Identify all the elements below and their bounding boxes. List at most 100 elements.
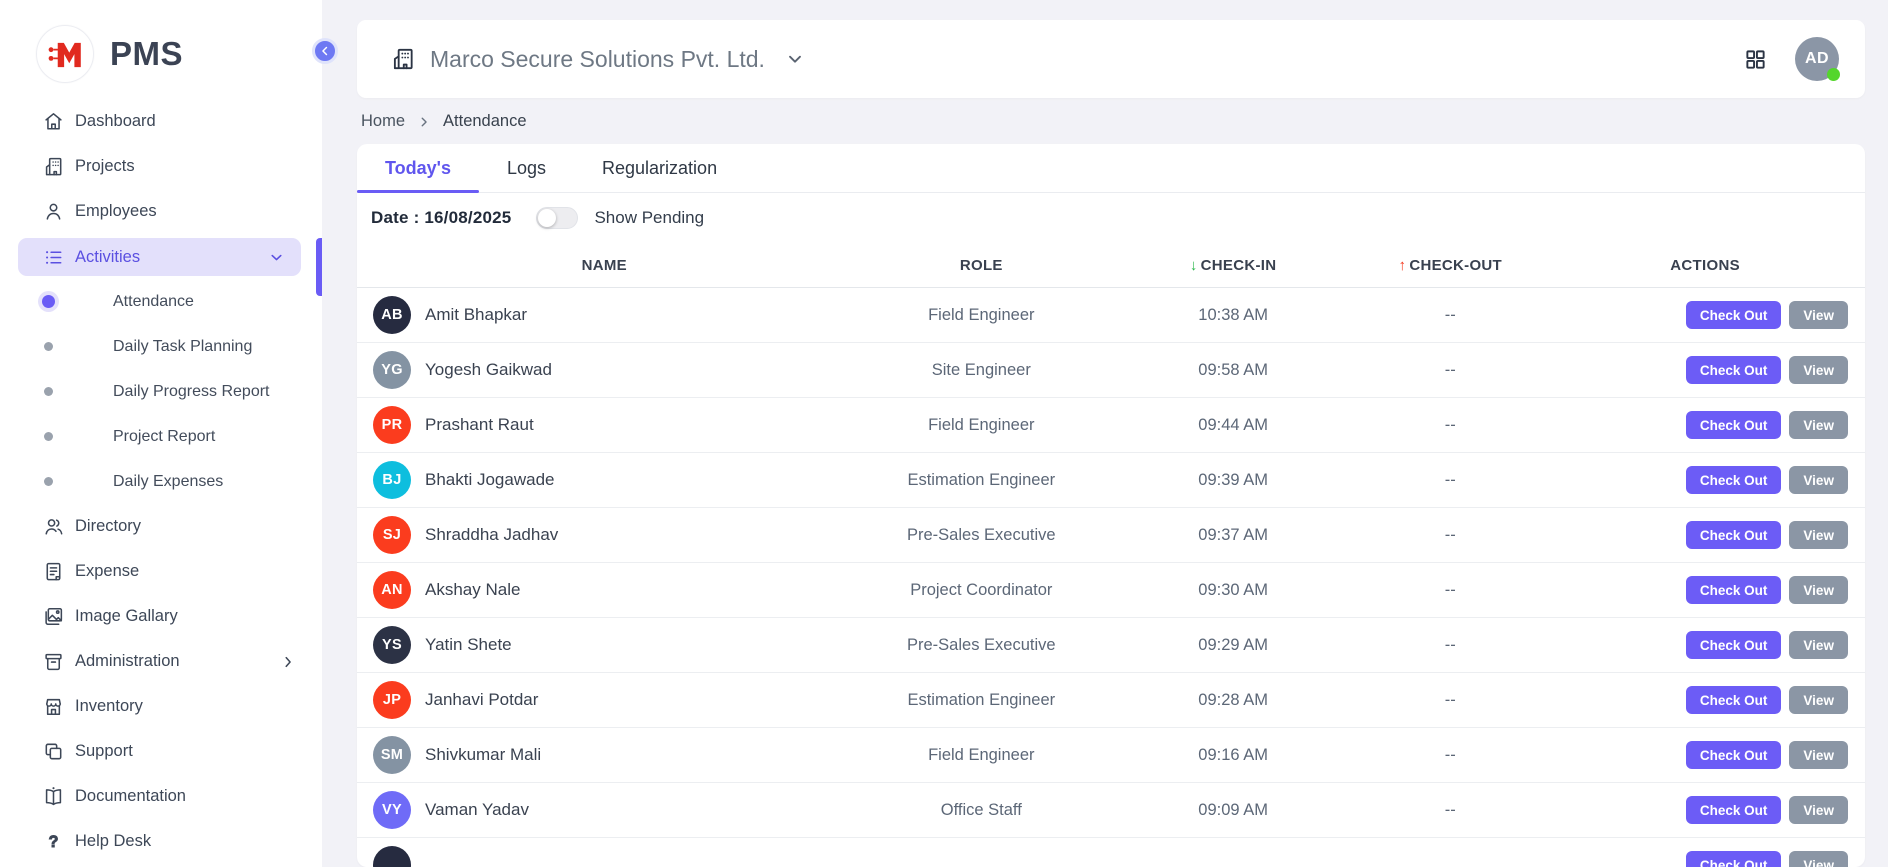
main-area: Marco Secure Solutions Pvt. Ltd. AD Home	[322, 0, 1888, 867]
user-menu-button[interactable]: AD	[1795, 37, 1839, 81]
sidebar-item-attendance[interactable]: Attendance	[0, 279, 322, 324]
check-out-button[interactable]: Check Out	[1686, 356, 1782, 384]
sidebar-item-documentation[interactable]: Documentation	[0, 774, 322, 819]
view-button[interactable]: View	[1789, 851, 1848, 867]
check-out-button[interactable]: Check Out	[1686, 411, 1782, 439]
bullet-dot-icon	[44, 342, 53, 351]
sidebar-item-help-desk[interactable]: ? Help Desk	[0, 819, 322, 864]
date-label: Date : 16/08/2025	[371, 208, 511, 228]
sidebar: PMS DashboardProjectsEmployeesActivities…	[0, 0, 322, 867]
tab-todays[interactable]: Today's	[357, 144, 479, 192]
sidebar-item-directory[interactable]: Directory	[0, 504, 322, 549]
tab-logs[interactable]: Logs	[479, 144, 574, 192]
sidebar-item-inventory[interactable]: Inventory	[0, 684, 322, 729]
column-check-out[interactable]: ↑CHECK-OUT	[1355, 257, 1545, 274]
view-button[interactable]: View	[1789, 686, 1848, 714]
check-out-button[interactable]: Check Out	[1686, 521, 1782, 549]
home-icon	[41, 110, 65, 134]
sidebar-item-employees[interactable]: Employees	[0, 189, 322, 234]
sidebar-item-expense[interactable]: Expense	[0, 549, 322, 594]
sidebar-item-daily-progress-report[interactable]: Daily Progress Report	[0, 369, 322, 414]
sidebar-item-project-report[interactable]: Project Report	[0, 414, 322, 459]
show-pending-toggle[interactable]	[536, 207, 578, 229]
bullet-dot-icon	[44, 477, 53, 486]
check-in-time: 09:39 AM	[1111, 471, 1355, 490]
sidebar-item-daily-expenses[interactable]: Daily Expenses	[0, 459, 322, 504]
chevron-right-icon	[280, 654, 296, 670]
employee-name: Akshay Nale	[425, 580, 520, 600]
check-out-button[interactable]: Check Out	[1686, 741, 1782, 769]
employee-avatar	[373, 846, 411, 867]
view-button[interactable]: View	[1789, 356, 1848, 384]
chevron-down-icon	[268, 249, 285, 266]
breadcrumb-current: Attendance	[443, 112, 526, 131]
company-selector[interactable]: Marco Secure Solutions Pvt. Ltd.	[390, 46, 805, 73]
check-in-time: 09:16 AM	[1111, 746, 1355, 765]
list-icon	[41, 245, 65, 269]
check-in-time: 09:30 AM	[1111, 581, 1355, 600]
table-row: VY Vaman Yadav Office Staff 09:09 AM -- …	[357, 783, 1865, 838]
sidebar-label: Expense	[75, 562, 139, 581]
apps-grid-button[interactable]	[1744, 48, 1767, 71]
chevron-down-icon	[785, 49, 805, 69]
view-button[interactable]: View	[1789, 741, 1848, 769]
check-out-button[interactable]: Check Out	[1686, 631, 1782, 659]
check-out-button[interactable]: Check Out	[1686, 466, 1782, 494]
sidebar-item-image-gallary[interactable]: Image Gallary	[0, 594, 322, 639]
view-button[interactable]: View	[1789, 411, 1848, 439]
attendance-card: Today's Logs Regularization Date : 16/08…	[357, 144, 1865, 867]
employee-avatar: AN	[373, 571, 411, 609]
column-check-in[interactable]: ↓CHECK-IN	[1111, 257, 1355, 274]
sidebar-item-daily-task-planning[interactable]: Daily Task Planning	[0, 324, 322, 369]
view-button[interactable]: View	[1789, 576, 1848, 604]
employee-role: Site Engineer	[852, 361, 1111, 380]
check-out-value: --	[1355, 416, 1545, 435]
sidebar-label: Help Desk	[75, 832, 151, 851]
question-icon: ?	[41, 830, 65, 854]
check-out-button[interactable]: Check Out	[1686, 686, 1782, 714]
svg-text:?: ?	[48, 833, 58, 851]
employee-role: Pre-Sales Executive	[852, 526, 1111, 545]
top-bar: Marco Secure Solutions Pvt. Ltd. AD	[357, 20, 1865, 98]
sidebar-item-activities[interactable]: Activities	[18, 238, 301, 276]
person-icon	[41, 200, 65, 224]
check-in-time: 09:28 AM	[1111, 691, 1355, 710]
check-out-button[interactable]: Check Out	[1686, 851, 1782, 867]
sidebar-item-administration[interactable]: Administration	[0, 639, 322, 684]
employee-name: Janhavi Potdar	[425, 690, 538, 710]
bullet-dot-icon	[42, 295, 55, 308]
check-out-button[interactable]: Check Out	[1686, 796, 1782, 824]
sidebar-label: Support	[75, 742, 133, 761]
sidebar-collapse-button[interactable]	[312, 38, 338, 64]
table-row: SJ Shraddha Jadhav Pre-Sales Executive 0…	[357, 508, 1865, 563]
employee-avatar: SJ	[373, 516, 411, 554]
employee-avatar: YG	[373, 351, 411, 389]
view-button[interactable]: View	[1789, 631, 1848, 659]
table-row: AN Akshay Nale Project Coordinator 09:30…	[357, 563, 1865, 618]
employee-avatar: SM	[373, 736, 411, 774]
check-out-button[interactable]: Check Out	[1686, 301, 1782, 329]
breadcrumb: Home Attendance	[361, 112, 1865, 131]
sidebar-sublabel: Project Report	[113, 428, 215, 446]
sidebar-item-projects[interactable]: Projects	[0, 144, 322, 189]
employee-avatar: BJ	[373, 461, 411, 499]
view-button[interactable]: View	[1789, 301, 1848, 329]
view-button[interactable]: View	[1789, 466, 1848, 494]
bullet-dot-icon	[44, 432, 53, 441]
sidebar-item-support[interactable]: Support	[0, 729, 322, 774]
check-in-time: 09:29 AM	[1111, 636, 1355, 655]
chevron-left-icon	[318, 44, 332, 58]
sidebar-item-dashboard[interactable]: Dashboard	[0, 99, 322, 144]
employee-role: Field Engineer	[852, 416, 1111, 435]
company-name: Marco Secure Solutions Pvt. Ltd.	[430, 46, 765, 73]
building-icon	[41, 155, 65, 179]
tab-regularization[interactable]: Regularization	[574, 144, 745, 192]
view-button[interactable]: View	[1789, 521, 1848, 549]
employee-avatar: PR	[373, 406, 411, 444]
chevron-right-icon	[417, 115, 431, 129]
breadcrumb-home[interactable]: Home	[361, 112, 405, 131]
check-out-value: --	[1355, 526, 1545, 545]
view-button[interactable]: View	[1789, 796, 1848, 824]
table-body: AB Amit Bhapkar Field Engineer 10:38 AM …	[357, 288, 1865, 867]
check-out-button[interactable]: Check Out	[1686, 576, 1782, 604]
